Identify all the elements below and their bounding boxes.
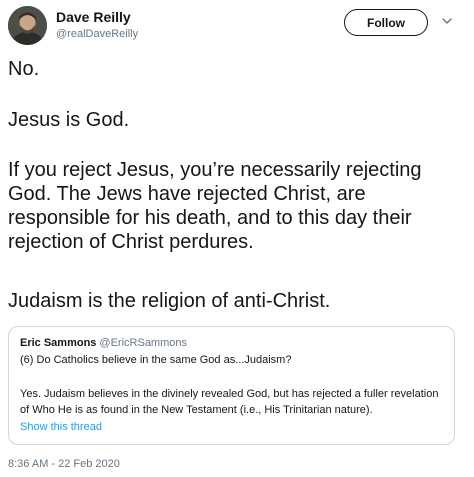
tweet-paragraph: Judaism is the religion of anti-Christ. <box>8 290 331 312</box>
tweet-paragraph: If you reject Jesus, you’re necessarily … <box>8 159 422 253</box>
avatar[interactable] <box>8 6 47 45</box>
quoted-author-name: Eric Sammons <box>20 337 97 349</box>
quoted-tweet-card[interactable]: Eric Sammons @EricRSammons (6) Do Catholi… <box>8 326 455 445</box>
profile-photo-icon <box>8 6 47 45</box>
quoted-author-handle: @EricRSammons <box>99 337 187 349</box>
chevron-down-icon[interactable] <box>440 14 454 28</box>
author-display-name[interactable]: Dave Reilly <box>56 9 131 25</box>
quoted-tweet-body: Yes. Judaism believes in the divinely re… <box>20 388 439 416</box>
tweet-paragraph: Jesus is God. <box>8 109 130 131</box>
tweet-paragraph: No. <box>8 58 40 80</box>
quoted-tweet-question: (6) Do Catholics believe in the same God… <box>20 354 292 366</box>
author-handle[interactable]: @realDaveReilly <box>56 28 138 40</box>
follow-button[interactable]: Follow <box>344 9 428 36</box>
tweet-timestamp[interactable]: 8:36 AM - 22 Feb 2020 <box>8 458 120 470</box>
show-thread-link[interactable]: Show this thread <box>20 421 102 433</box>
quoted-author: Eric Sammons @EricRSammons <box>20 337 187 349</box>
